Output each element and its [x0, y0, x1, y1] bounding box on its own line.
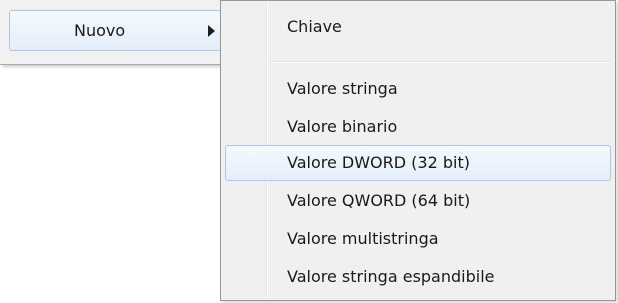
menu-item-label: Nuovo	[74, 21, 126, 40]
chevron-right-icon	[208, 25, 215, 37]
menu-item-label: Valore stringa	[287, 79, 398, 98]
menu-item-nuovo[interactable]: Nuovo	[9, 10, 222, 51]
menu-item-valore-dword[interactable]: Valore DWORD (32 bit)	[225, 145, 611, 181]
menu-item-valore-binario[interactable]: Valore binario	[225, 111, 611, 143]
menu-item-label: Valore DWORD (32 bit)	[287, 153, 470, 172]
menu-item-valore-stringa-espandibile[interactable]: Valore stringa espandibile	[225, 261, 611, 293]
menu-item-label: Valore multistringa	[287, 229, 439, 248]
menu-item-label: Chiave	[287, 17, 342, 36]
menu-separator	[271, 61, 611, 63]
menu-item-label: Valore binario	[287, 117, 398, 136]
desktop-area: Nuovo Chiave Valore stringa Valore binar…	[0, 0, 618, 303]
menu-item-valore-qword[interactable]: Valore QWORD (64 bit)	[225, 185, 611, 217]
menu-item-label: Valore QWORD (64 bit)	[287, 191, 471, 210]
menu-item-label: Valore stringa espandibile	[287, 267, 495, 286]
menu-item-valore-multistringa[interactable]: Valore multistringa	[225, 223, 611, 255]
submenu-nuovo: Chiave Valore stringa Valore binario Val…	[220, 0, 616, 301]
menu-item-valore-stringa[interactable]: Valore stringa	[225, 73, 611, 105]
menu-item-chiave[interactable]: Chiave	[225, 11, 611, 43]
context-menu: Nuovo	[0, 0, 233, 65]
